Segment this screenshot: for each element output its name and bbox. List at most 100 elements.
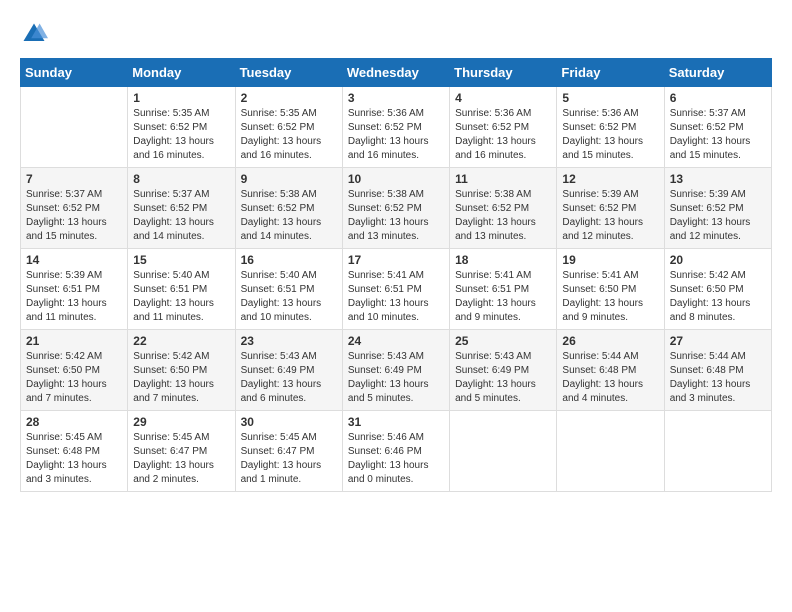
calendar-cell: 1 Sunrise: 5:35 AM Sunset: 6:52 PM Daylig… xyxy=(128,87,235,168)
calendar-cell: 12 Sunrise: 5:39 AM Sunset: 6:52 PM Dayli… xyxy=(557,168,664,249)
logo-icon xyxy=(20,20,48,48)
day-number: 3 xyxy=(348,91,444,105)
day-number: 11 xyxy=(455,172,551,186)
calendar-cell: 2Sunrise: 5:35 AM Sunset: 6:52 PM Daylig… xyxy=(235,87,342,168)
cell-content: Sunrise: 5:46 AM Sunset: 6:46 PM Dayligh… xyxy=(348,431,444,487)
cell-content: Sunrise: 5:45 AM Sunset: 6:47 PM Dayligh… xyxy=(133,431,229,487)
calendar-cell: 25Sunrise: 5:43 AM Sunset: 6:49 PM Dayli… xyxy=(450,330,557,411)
cell-content: Sunrise: 5:45 AM Sunset: 6:47 PM Dayligh… xyxy=(241,431,337,487)
calendar-week-row: 14 Sunrise: 5:39 AM Sunset: 6:51 PM Dayli… xyxy=(21,249,772,330)
cell-content: Sunrise: 5:36 AM Sunset: 6:52 PM Dayligh… xyxy=(348,107,444,163)
calendar-cell: 31 Sunrise: 5:46 AM Sunset: 6:46 PM Dayli… xyxy=(342,411,449,492)
calendar-cell: 21 Sunrise: 5:42 AM Sunset: 6:50 PM Dayli… xyxy=(21,330,128,411)
cell-content: Sunrise: 5:39 AM Sunset: 6:51 PM Dayligh… xyxy=(26,269,122,325)
calendar-cell: 15Sunrise: 5:40 AM Sunset: 6:51 PM Dayli… xyxy=(128,249,235,330)
day-number: 8 xyxy=(133,172,229,186)
calendar-cell xyxy=(21,87,128,168)
cell-content: Sunrise: 5:42 AM Sunset: 6:50 PM Dayligh… xyxy=(26,350,122,406)
cell-content: Sunrise: 5:40 AM Sunset: 6:51 PM Dayligh… xyxy=(133,269,229,325)
day-number: 10 xyxy=(348,172,444,186)
day-of-week-header: Tuesday xyxy=(235,59,342,87)
calendar-cell: 26 Sunrise: 5:44 AM Sunset: 6:48 PM Dayli… xyxy=(557,330,664,411)
cell-content: Sunrise: 5:44 AM Sunset: 6:48 PM Dayligh… xyxy=(670,350,766,406)
day-number: 1 xyxy=(133,91,229,105)
day-number: 13 xyxy=(670,172,766,186)
cell-content: Sunrise: 5:45 AM Sunset: 6:48 PM Dayligh… xyxy=(26,431,122,487)
cell-content: Sunrise: 5:38 AM Sunset: 6:52 PM Dayligh… xyxy=(348,188,444,244)
day-of-week-header: Wednesday xyxy=(342,59,449,87)
day-number: 5 xyxy=(562,91,658,105)
day-number: 27 xyxy=(670,334,766,348)
calendar-cell: 30 Sunrise: 5:45 AM Sunset: 6:47 PM Dayli… xyxy=(235,411,342,492)
day-of-week-header: Thursday xyxy=(450,59,557,87)
calendar-cell: 27 Sunrise: 5:44 AM Sunset: 6:48 PM Dayli… xyxy=(664,330,771,411)
day-of-week-header: Friday xyxy=(557,59,664,87)
day-number: 14 xyxy=(26,253,122,267)
day-number: 29 xyxy=(133,415,229,429)
day-number: 28 xyxy=(26,415,122,429)
calendar-cell: 13 Sunrise: 5:39 AM Sunset: 6:52 PM Dayli… xyxy=(664,168,771,249)
cell-content: Sunrise: 5:43 AM Sunset: 6:49 PM Dayligh… xyxy=(348,350,444,406)
day-of-week-header: Sunday xyxy=(21,59,128,87)
calendar-cell: 20 Sunrise: 5:42 AM Sunset: 6:50 PM Dayli… xyxy=(664,249,771,330)
day-number: 23 xyxy=(241,334,337,348)
day-number: 26 xyxy=(562,334,658,348)
calendar-cell: 22 Sunrise: 5:42 AM Sunset: 6:50 PM Dayli… xyxy=(128,330,235,411)
cell-content: Sunrise: 5:36 AM Sunset: 6:52 PM Dayligh… xyxy=(455,107,551,163)
cell-content: Sunrise: 5:39 AM Sunset: 6:52 PM Dayligh… xyxy=(562,188,658,244)
cell-content: Sunrise: 5:37 AM Sunset: 6:52 PM Dayligh… xyxy=(670,107,766,163)
calendar-cell: 11 Sunrise: 5:38 AM Sunset: 6:52 PM Dayli… xyxy=(450,168,557,249)
calendar-cell: 7Sunrise: 5:37 AM Sunset: 6:52 PM Daylig… xyxy=(21,168,128,249)
day-number: 16 xyxy=(241,253,337,267)
day-number: 17 xyxy=(348,253,444,267)
day-number: 24 xyxy=(348,334,444,348)
cell-content: Sunrise: 5:35 AM Sunset: 6:52 PM Dayligh… xyxy=(133,107,229,163)
cell-content: Sunrise: 5:35 AM Sunset: 6:52 PM Dayligh… xyxy=(241,107,337,163)
calendar-cell: 14 Sunrise: 5:39 AM Sunset: 6:51 PM Dayli… xyxy=(21,249,128,330)
calendar-cell: 10 Sunrise: 5:38 AM Sunset: 6:52 PM Dayli… xyxy=(342,168,449,249)
day-number: 12 xyxy=(562,172,658,186)
calendar-cell: 9 Sunrise: 5:38 AM Sunset: 6:52 PM Daylig… xyxy=(235,168,342,249)
day-number: 31 xyxy=(348,415,444,429)
calendar-cell: 6 Sunrise: 5:37 AM Sunset: 6:52 PM Daylig… xyxy=(664,87,771,168)
cell-content: Sunrise: 5:43 AM Sunset: 6:49 PM Dayligh… xyxy=(455,350,551,406)
day-of-week-header: Monday xyxy=(128,59,235,87)
calendar-cell: 28 Sunrise: 5:45 AM Sunset: 6:48 PM Dayli… xyxy=(21,411,128,492)
cell-content: Sunrise: 5:38 AM Sunset: 6:52 PM Dayligh… xyxy=(241,188,337,244)
day-number: 30 xyxy=(241,415,337,429)
day-number: 4 xyxy=(455,91,551,105)
day-number: 6 xyxy=(670,91,766,105)
day-number: 7 xyxy=(26,172,122,186)
calendar-week-row: 7 Sunrise: 5:37 AM Sunset: 6:52 PM Daylig… xyxy=(21,168,772,249)
calendar-cell: 19Sunrise: 5:41 AM Sunset: 6:50 PM Dayli… xyxy=(557,249,664,330)
cell-content: Sunrise: 5:41 AM Sunset: 6:51 PM Dayligh… xyxy=(455,269,551,325)
calendar-cell: 8 Sunrise: 5:37 AM Sunset: 6:52 PM Daylig… xyxy=(128,168,235,249)
cell-content: Sunrise: 5:38 AM Sunset: 6:52 PM Dayligh… xyxy=(455,188,551,244)
calendar-week-row: 28 Sunrise: 5:45 AM Sunset: 6:48 PM Dayli… xyxy=(21,411,772,492)
day-number: 21 xyxy=(26,334,122,348)
day-number: 20 xyxy=(670,253,766,267)
calendar-week-row: 1 Sunrise: 5:35 AM Sunset: 6:52 PM Daylig… xyxy=(21,87,772,168)
cell-content: Sunrise: 5:44 AM Sunset: 6:48 PM Dayligh… xyxy=(562,350,658,406)
calendar-week-row: 21 Sunrise: 5:42 AM Sunset: 6:50 PM Dayli… xyxy=(21,330,772,411)
day-number: 9 xyxy=(241,172,337,186)
cell-content: Sunrise: 5:39 AM Sunset: 6:52 PM Dayligh… xyxy=(670,188,766,244)
cell-content: Sunrise: 5:41 AM Sunset: 6:50 PM Dayligh… xyxy=(562,269,658,325)
cell-content: Sunrise: 5:42 AM Sunset: 6:50 PM Dayligh… xyxy=(670,269,766,325)
day-number: 18 xyxy=(455,253,551,267)
calendar-cell xyxy=(557,411,664,492)
cell-content: Sunrise: 5:42 AM Sunset: 6:50 PM Dayligh… xyxy=(133,350,229,406)
calendar-cell: 5Sunrise: 5:36 AM Sunset: 6:52 PM Daylig… xyxy=(557,87,664,168)
calendar-cell: 16Sunrise: 5:40 AM Sunset: 6:51 PM Dayli… xyxy=(235,249,342,330)
calendar-cell: 17Sunrise: 5:41 AM Sunset: 6:51 PM Dayli… xyxy=(342,249,449,330)
calendar-table: SundayMondayTuesdayWednesdayThursdayFrid… xyxy=(20,58,772,492)
calendar-header-row: SundayMondayTuesdayWednesdayThursdayFrid… xyxy=(21,59,772,87)
calendar-cell: 4 Sunrise: 5:36 AM Sunset: 6:52 PM Daylig… xyxy=(450,87,557,168)
cell-content: Sunrise: 5:37 AM Sunset: 6:52 PM Dayligh… xyxy=(133,188,229,244)
calendar-cell: 29 Sunrise: 5:45 AM Sunset: 6:47 PM Dayli… xyxy=(128,411,235,492)
day-of-week-header: Saturday xyxy=(664,59,771,87)
calendar-cell: 23Sunrise: 5:43 AM Sunset: 6:49 PM Dayli… xyxy=(235,330,342,411)
day-number: 22 xyxy=(133,334,229,348)
calendar-cell xyxy=(664,411,771,492)
calendar-cell: 24 Sunrise: 5:43 AM Sunset: 6:49 PM Dayli… xyxy=(342,330,449,411)
